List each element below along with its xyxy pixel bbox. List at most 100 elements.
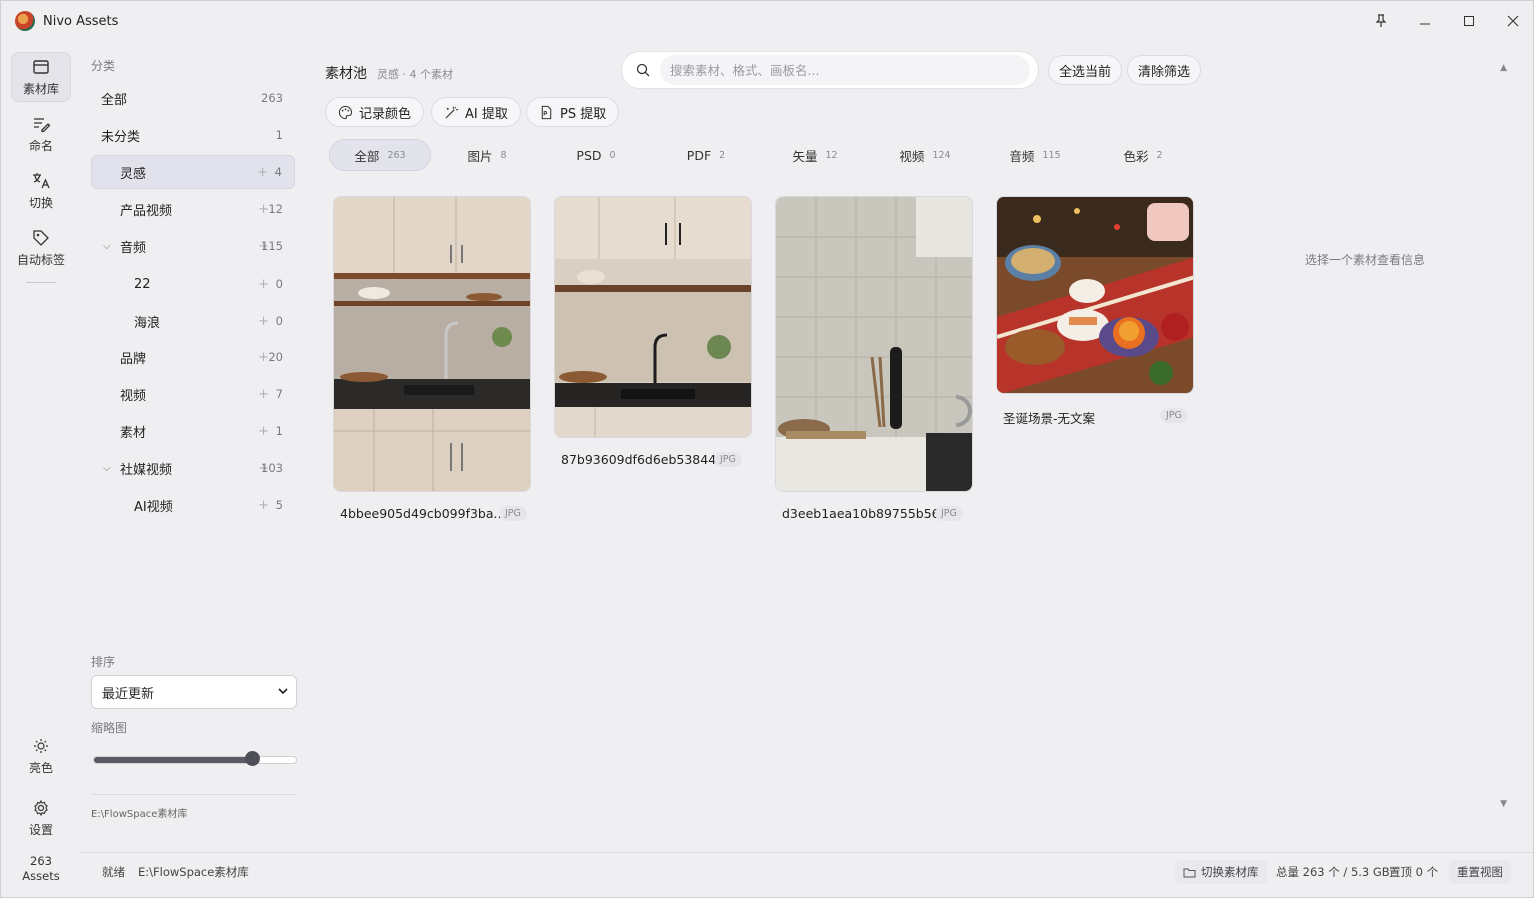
category-audio-waves[interactable]: 海浪 + 0 (91, 304, 295, 338)
rail-label-translate: 切换 (28, 196, 53, 210)
sort-select[interactable]: 最近更新 (91, 675, 297, 709)
asset-name: 圣诞场景-无文案 (1003, 411, 1096, 426)
asset-format-badge: JPG (499, 506, 527, 521)
category-count: 1 (275, 424, 283, 438)
rail-item-translate[interactable]: 切换 (11, 166, 71, 216)
thumbnail-size-slider[interactable] (91, 747, 299, 771)
category-inspiration[interactable]: 灵感 + 4 (91, 155, 295, 189)
pin-icon[interactable] (1367, 9, 1395, 33)
category-count: 263 (261, 91, 283, 105)
tab-video[interactable]: 视频 124 (874, 139, 976, 171)
status-pinned: 置顶 0 个 (1389, 865, 1439, 879)
clear-filter-button[interactable]: 清除筛选 (1127, 55, 1201, 85)
nav-rail: 素材库 命名 切换 自动标签 亮色 设置 263 Assets (1, 41, 81, 897)
asset-thumbnail[interactable] (775, 196, 973, 492)
rail-item-autotag[interactable]: 自动标签 (11, 223, 71, 273)
tab-images[interactable]: 图片 8 (436, 139, 538, 171)
tab-vector[interactable]: 矢量 12 (764, 139, 866, 171)
category-count: 20 (268, 350, 283, 364)
tab-label: PDF (686, 147, 712, 163)
thumbnail-label: 缩略图 (91, 721, 128, 735)
asset-card[interactable]: d3eeb1aea10b89755b56... JPG (775, 196, 973, 521)
add-icon[interactable]: + (258, 350, 269, 365)
category-count: 115 (261, 239, 283, 253)
scroll-down-icon[interactable]: ▼ (1500, 799, 1507, 809)
category-product-video[interactable]: 产品视频 + 12 (91, 192, 295, 226)
reset-view-button[interactable]: 重置视图 (1449, 860, 1511, 884)
tab-label: 图片 (467, 148, 493, 164)
record-color-label: 记录颜色 (359, 106, 412, 122)
divider (91, 794, 297, 795)
magic-wand-icon (445, 106, 459, 119)
add-icon[interactable]: + (258, 202, 269, 217)
asset-thumbnail[interactable] (996, 196, 1194, 394)
asset-card[interactable]: 4bbee905d49cb099f3ba... JPG (333, 196, 531, 521)
tab-psd[interactable]: PSD 0 (545, 139, 647, 171)
search-box[interactable] (621, 51, 1039, 89)
category-count: 4 (274, 165, 282, 179)
gear-icon (34, 799, 48, 817)
tab-count: 2 (719, 149, 726, 161)
search-input[interactable] (660, 55, 1030, 85)
add-icon[interactable]: + (257, 165, 268, 180)
tab-audio[interactable]: 音频 115 (984, 139, 1086, 171)
sun-icon (34, 739, 48, 753)
theme-label: 亮色 (28, 761, 53, 775)
tab-all[interactable]: 全部 263 (329, 139, 431, 171)
category-audio[interactable]: ⌵ 音频 + 115 (91, 229, 295, 263)
category-count: 5 (275, 498, 283, 512)
asset-name: 87b93609df6d6eb53844... (561, 452, 729, 467)
category-material[interactable]: 素材 + 1 (91, 414, 295, 448)
asset-card[interactable]: 圣诞场景-无文案 JPG (996, 196, 1194, 426)
category-name: 海浪 (134, 315, 161, 331)
rail-item-rename[interactable]: 命名 (11, 109, 71, 159)
chevron-down-icon[interactable]: ⌵ (103, 463, 117, 474)
switch-library-button[interactable]: 切换素材库 (1175, 860, 1267, 884)
tab-label: 音频 (1009, 148, 1035, 164)
category-video[interactable]: 视频 + 7 (91, 377, 295, 411)
select-all-button[interactable]: 全选当前 (1048, 55, 1122, 85)
add-icon[interactable]: + (258, 314, 269, 329)
tab-count: 12 (825, 149, 838, 161)
category-count: 103 (261, 461, 283, 475)
add-icon[interactable]: + (258, 387, 269, 402)
rail-label-rename: 命名 (28, 139, 53, 153)
status-path: E:\FlowSpace素材库 (138, 865, 249, 879)
category-social-video[interactable]: ⌵ 社媒视频 + 103 (91, 451, 295, 485)
category-audio-22[interactable]: 22 + 0 (91, 267, 295, 301)
search-icon (636, 63, 650, 77)
slider-thumb[interactable] (244, 751, 260, 766)
record-color-button[interactable]: 记录颜色 (325, 97, 425, 127)
maximize-button[interactable] (1455, 9, 1483, 33)
switch-library-label: 切换素材库 (1201, 865, 1259, 879)
tab-pdf[interactable]: PDF 2 (655, 139, 757, 171)
close-button[interactable] (1499, 9, 1527, 33)
category-uncategorized[interactable]: 未分类 1 (91, 118, 295, 152)
category-ai-video[interactable]: AI视频 + 5 (91, 488, 295, 522)
ai-extract-button[interactable]: AI 提取 (431, 97, 521, 127)
tab-colors[interactable]: 色彩 2 (1092, 139, 1194, 171)
settings-button[interactable]: 设置 (11, 793, 71, 843)
scroll-up-icon[interactable]: ▲ (1500, 63, 1507, 73)
add-icon[interactable]: + (258, 424, 269, 439)
add-icon[interactable]: + (258, 498, 269, 513)
tab-label: 矢量 (792, 148, 818, 164)
asset-card[interactable]: 87b93609df6d6eb53844... JPG (554, 196, 752, 467)
add-icon[interactable]: + (258, 277, 269, 292)
asset-thumbnail[interactable] (554, 196, 752, 438)
tab-count: 2 (1156, 149, 1163, 161)
category-name: 产品视频 (120, 203, 173, 219)
asset-format-badge: JPG (935, 506, 963, 521)
category-all[interactable]: 全部 263 (91, 81, 295, 115)
ps-extract-button[interactable]: PS 提取 (526, 97, 620, 127)
rail-item-library[interactable]: 素材库 (11, 52, 71, 102)
translate-icon (33, 173, 50, 189)
minimize-button[interactable] (1411, 9, 1439, 33)
info-panel: ▲ 选择一个素材查看信息 ▼ (1225, 51, 1525, 841)
chevron-down-icon[interactable]: ⌵ (103, 241, 117, 252)
category-brand[interactable]: 品牌 + 20 (91, 340, 295, 374)
tab-label: 视频 (899, 148, 925, 164)
asset-thumbnail[interactable] (333, 196, 531, 492)
app-logo-icon (15, 11, 35, 31)
theme-toggle[interactable]: 亮色 (11, 731, 71, 781)
